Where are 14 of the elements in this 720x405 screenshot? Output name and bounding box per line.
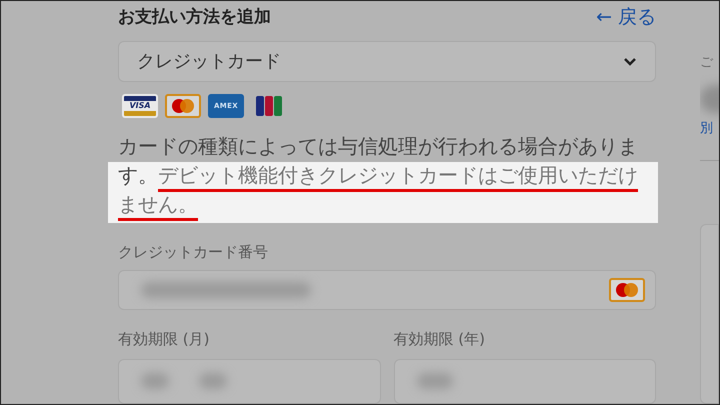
panel-text: ご (700, 54, 714, 72)
expiry-year-label: 有効期限 (年) (394, 329, 486, 350)
back-link[interactable]: ← 戻る (596, 3, 656, 32)
chevron-down-icon (623, 56, 637, 67)
page-title: お支払い方法を追加 (118, 6, 271, 29)
card-number-field[interactable] (118, 270, 656, 310)
card-number-label: クレジットカード番号 (118, 242, 269, 264)
expiry-year-field[interactable] (394, 358, 656, 404)
mastercard-logo (609, 278, 645, 302)
expiry-month-field[interactable] (118, 358, 380, 404)
expiry-month-label: 有効期限 (月) (118, 329, 210, 350)
payment-method-select[interactable]: クレジットカード (118, 40, 656, 82)
panel-link[interactable]: 別 (700, 118, 719, 138)
visa-logo: VISA (122, 94, 158, 118)
